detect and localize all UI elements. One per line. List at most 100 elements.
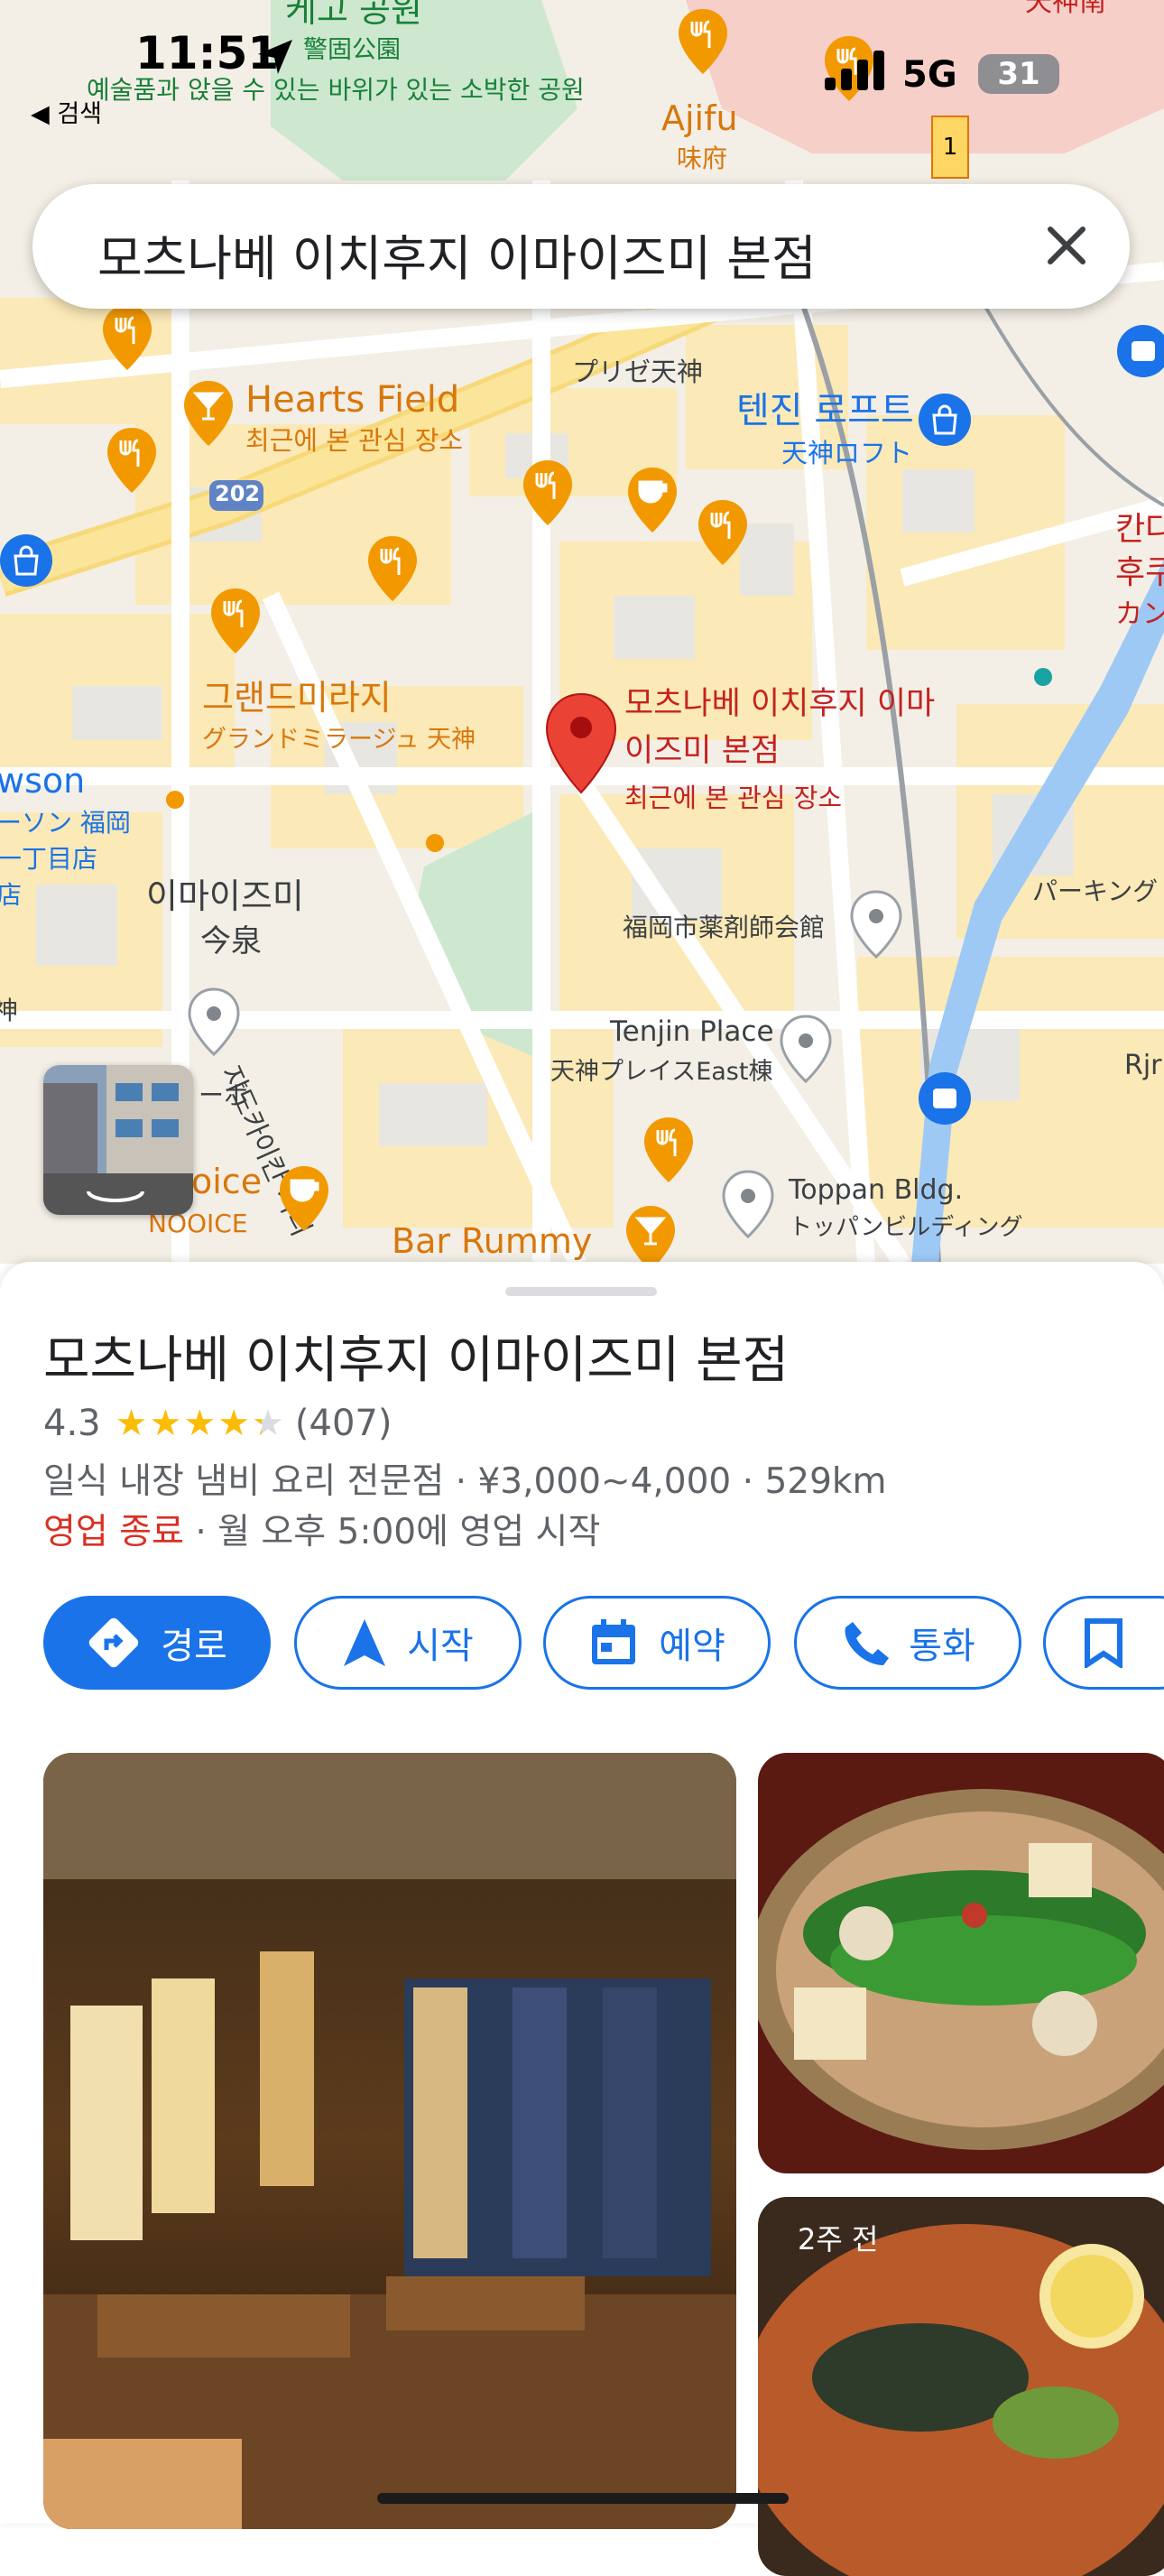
calendar-icon bbox=[592, 1619, 636, 1664]
hearts-field-label[interactable]: Hearts Field bbox=[245, 379, 459, 421]
shopping-pin-icon[interactable] bbox=[0, 533, 54, 601]
lawson-jp-1: ーソン 福岡 bbox=[0, 808, 131, 838]
hearts-field-sub: 최근에 본 관심 장소 bbox=[245, 425, 464, 456]
kanda-label-jp: カン bbox=[1115, 598, 1164, 630]
close-icon[interactable] bbox=[1041, 220, 1092, 271]
tenjin-place-label[interactable]: Tenjin Place bbox=[610, 1015, 774, 1049]
toppan-label[interactable]: Toppan Bldg. bbox=[789, 1174, 963, 1207]
network-label: 5G bbox=[902, 54, 957, 96]
street-view-thumbnail[interactable] bbox=[43, 1065, 193, 1215]
restaurant-pin-icon[interactable] bbox=[208, 587, 263, 655]
directions-label: 경로 bbox=[161, 1626, 227, 1667]
bar-pin-icon[interactable] bbox=[180, 379, 236, 448]
restaurant-pin-icon[interactable] bbox=[104, 426, 160, 495]
restaurant-pin-icon[interactable] bbox=[641, 1116, 697, 1184]
star-icon: ★ bbox=[149, 1403, 182, 1444]
lawson-jp-3: 店 bbox=[0, 880, 23, 910]
transit-pin-icon[interactable] bbox=[917, 1070, 973, 1139]
restaurant-pin-icon[interactable] bbox=[695, 498, 751, 567]
poi-pin-icon[interactable] bbox=[720, 1170, 776, 1238]
star-icon: ★ bbox=[217, 1403, 251, 1444]
toppan-jp: トッパンビルディング bbox=[789, 1214, 1023, 1241]
signal-bars-icon bbox=[825, 51, 884, 90]
lawson-jp-2: 一丁目店 bbox=[0, 844, 98, 874]
start-label: 시작 bbox=[407, 1626, 474, 1667]
poi-dot[interactable] bbox=[1034, 668, 1052, 686]
imaizumi-jp: 今泉 bbox=[200, 923, 262, 959]
place-info: 일식 내장 냄비 요리 전문점 · ¥3,000~4,000 · 529km bbox=[43, 1461, 887, 1502]
home-indicator[interactable] bbox=[377, 2493, 789, 2504]
selected-place-label-1[interactable]: 모츠나베 이치후지 이마 bbox=[624, 686, 935, 722]
grand-mirage-label[interactable]: 그랜드미라지 bbox=[202, 678, 392, 718]
photo-motsunabe[interactable] bbox=[758, 1753, 1164, 2173]
poi-pin-icon[interactable] bbox=[848, 890, 904, 959]
search-bar[interactable]: 모츠나베 이치후지 이마이즈미 본점 bbox=[32, 184, 1130, 309]
phone-icon bbox=[845, 1622, 890, 1665]
cafe-pin-icon[interactable] bbox=[624, 466, 680, 534]
interior-photo-image bbox=[43, 1753, 736, 2529]
reserve-label: 예약 bbox=[659, 1626, 725, 1667]
poi-dot[interactable] bbox=[166, 791, 184, 809]
reserve-button[interactable]: 예약 bbox=[543, 1596, 771, 1690]
bar-pin-icon[interactable] bbox=[623, 1204, 679, 1264]
poi-dot[interactable] bbox=[426, 834, 444, 852]
photo-dish[interactable]: 2주 전 bbox=[758, 2197, 1164, 2576]
park-name-ko[interactable]: 케고 공원 bbox=[285, 0, 422, 31]
selected-place-sub: 최근에 본 관심 장소 bbox=[624, 783, 843, 813]
prize-label: プリゼ天神 bbox=[572, 357, 704, 387]
rjr-label: Rjr bbox=[1124, 1050, 1162, 1081]
place-details-sheet[interactable]: 모츠나베 이치후지 이마이즈미 본점 4.3 ★★★★★ (407) 일식 내장… bbox=[0, 1262, 1164, 2576]
park-name-jp: 警固公園 bbox=[303, 36, 401, 64]
tenjin-loft-jp: 天神ロフト bbox=[781, 438, 913, 468]
imaizumi-label: 이마이즈미 bbox=[146, 876, 304, 916]
bar-rummy-label[interactable]: Bar Rummy bbox=[392, 1221, 592, 1262]
photo-interior[interactable] bbox=[43, 1753, 736, 2529]
restaurant-pin-icon[interactable] bbox=[365, 534, 420, 603]
start-navigation-button[interactable]: 시작 bbox=[294, 1596, 522, 1690]
restaurant-pin-icon[interactable] bbox=[99, 303, 155, 372]
lawson-label[interactable]: wson bbox=[0, 761, 85, 802]
poi-pin-icon[interactable] bbox=[778, 1015, 834, 1083]
search-query-text[interactable]: 모츠나베 이치후지 이마이즈미 본점 bbox=[97, 218, 817, 290]
directions-button[interactable]: 경로 bbox=[43, 1596, 271, 1690]
station-exit-box: 1 bbox=[931, 116, 969, 179]
review-count[interactable]: (407) bbox=[295, 1403, 393, 1444]
pharma-label[interactable]: 福岡市薬剤師会館 bbox=[623, 913, 825, 942]
ajifu-label[interactable]: Ajifu bbox=[661, 98, 738, 139]
hours-row[interactable]: 영업 종료 · 월 오후 5:00에 영업 시작 bbox=[43, 1504, 600, 1554]
selected-place-label-2[interactable]: 이즈미 본점 bbox=[624, 733, 780, 769]
star-rating: ★★★★★ bbox=[115, 1403, 286, 1444]
location-arrow-icon bbox=[258, 40, 292, 74]
drag-handle[interactable] bbox=[505, 1287, 657, 1296]
save-button[interactable] bbox=[1043, 1596, 1164, 1690]
nooice-label[interactable]: oice bbox=[191, 1162, 262, 1202]
motsunabe-photo-image bbox=[758, 1753, 1164, 2173]
photo-age-label: 2주 전 bbox=[798, 2222, 879, 2256]
restaurant-pin-icon[interactable] bbox=[520, 459, 576, 527]
tenjin-place-jp: 天神プレイスEast棟 bbox=[550, 1058, 773, 1086]
park-description: 예술품과 앉을 수 있는 바위가 있는 소박한 공원 bbox=[87, 75, 585, 105]
grand-mirage-jp: グランドミラージュ 天神 bbox=[202, 726, 476, 754]
battery-indicator: 31 bbox=[978, 54, 1059, 94]
star-icon: ★ bbox=[252, 1403, 284, 1444]
rating-row[interactable]: 4.3 ★★★★★ (407) bbox=[43, 1403, 392, 1444]
map[interactable]: 케고 공원 警固公園 예술품과 앉을 수 있는 바위가 있는 소박한 공원 Aj… bbox=[0, 0, 1164, 1264]
poi-pin-icon[interactable] bbox=[186, 987, 242, 1056]
call-button[interactable]: 통화 bbox=[794, 1596, 1021, 1690]
back-to-search-link[interactable]: ◀ 검색 bbox=[31, 94, 102, 129]
bookmark-icon bbox=[1085, 1618, 1122, 1668]
restaurant-pin-icon[interactable] bbox=[675, 7, 731, 76]
open-status: 영업 종료 bbox=[43, 1512, 184, 1552]
cafe-pin-icon[interactable] bbox=[276, 1164, 332, 1233]
selected-location-pin-icon[interactable] bbox=[543, 691, 619, 796]
parking-label: パーキング bbox=[1032, 876, 1159, 906]
transit-pin-icon[interactable] bbox=[1115, 323, 1164, 392]
jin-label: 神 bbox=[0, 996, 19, 1025]
call-label: 통화 bbox=[909, 1626, 975, 1667]
shopping-pin-icon[interactable] bbox=[917, 392, 973, 460]
kanda-label-2: 후쿠 bbox=[1115, 554, 1164, 591]
kanda-label-1: 칸다 bbox=[1115, 511, 1164, 548]
tenjin-loft-label[interactable]: 텐진 로프트 bbox=[736, 390, 914, 431]
navigation-arrow-icon bbox=[344, 1619, 386, 1666]
directions-icon bbox=[88, 1617, 139, 1668]
